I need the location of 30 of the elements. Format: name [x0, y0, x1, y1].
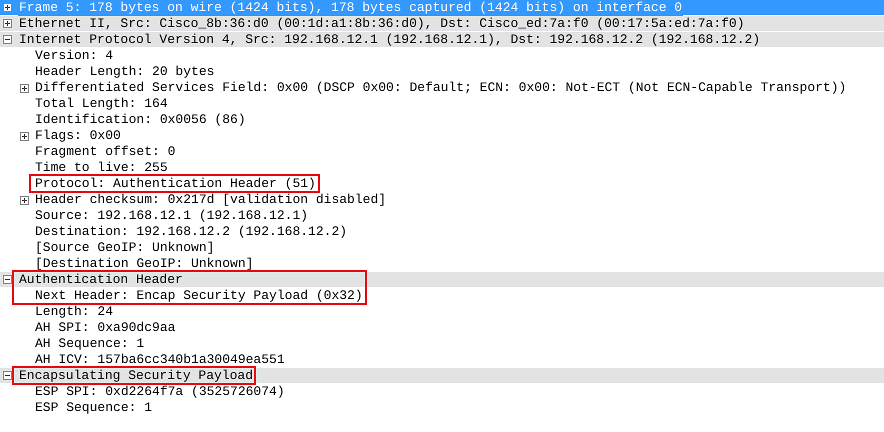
field-label: AH SPI: 0xa90dc9aa — [35, 320, 176, 336]
field-label: Header checksum: 0x217d [validation disabled] — [35, 192, 386, 208]
field-label: [Destination GeoIP: Unknown] — [35, 256, 254, 272]
field-label: Source: 192.168.12.1 (192.168.12.1) — [35, 208, 308, 224]
field-label: Next Header: Encap Security Payload (0x32) — [35, 288, 363, 304]
field-label: Flags: 0x00 — [35, 128, 121, 144]
field-label: [Source GeoIP: Unknown] — [35, 240, 214, 256]
expand-icon[interactable] — [3, 3, 12, 12]
field-label: ESP Sequence: 1 — [35, 400, 152, 416]
field-label: Differentiated Services Field: 0x00 (DSCP 0x00: Default; ECN: 0x00: Not-ECT (Not ECN-Capable Transport)) — [35, 80, 846, 96]
field-label: AH ICV: 157ba6cc340b1a30049ea551 — [35, 352, 285, 368]
field-label: Protocol: Authentication Header (51) — [35, 176, 316, 192]
collapse-icon[interactable] — [3, 35, 12, 44]
field-label: Destination: 192.168.12.2 (192.168.12.2) — [35, 224, 348, 240]
expand-icon[interactable] — [20, 196, 29, 204]
field-label: Length: 24 — [35, 304, 114, 320]
field-label: Time to live: 255 — [35, 160, 168, 176]
expand-icon[interactable] — [3, 19, 12, 28]
field-label: Version: 4 — [35, 48, 114, 64]
collapse-icon[interactable] — [3, 371, 12, 380]
expand-icon[interactable] — [20, 84, 29, 92]
field-label: Identification: 0x0056 (86) — [35, 112, 246, 128]
protocol-label[interactable]: Authentication Header — [18, 272, 184, 288]
expand-icon[interactable] — [20, 132, 29, 140]
field-label: Total Length: 164 — [35, 96, 168, 112]
field-label: ESP SPI: 0xd2264f7a (3525726074) — [35, 384, 285, 400]
field-label: Fragment offset: 0 — [35, 144, 176, 160]
field-label: Header Length: 20 bytes — [35, 64, 214, 80]
collapse-icon[interactable] — [3, 275, 12, 284]
field-label: AH Sequence: 1 — [35, 336, 144, 352]
